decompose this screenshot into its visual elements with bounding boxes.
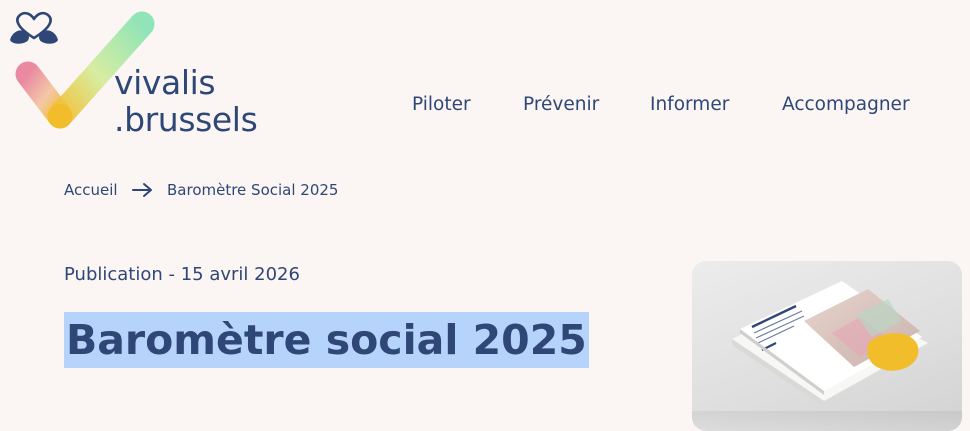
report-booklet-illustration bbox=[692, 281, 962, 431]
main-nav: Piloter Prévenir Informer Accompagner bbox=[0, 94, 970, 120]
hearts-icon bbox=[10, 11, 58, 44]
nav-item-prevenir[interactable]: Prévenir bbox=[523, 94, 599, 115]
breadcrumb-home-link[interactable]: Accueil bbox=[64, 181, 118, 199]
nav-item-informer[interactable]: Informer bbox=[650, 94, 729, 115]
nav-item-piloter[interactable]: Piloter bbox=[412, 94, 471, 115]
breadcrumb-current: Baromètre Social 2025 bbox=[167, 181, 339, 199]
publication-cover-image bbox=[692, 261, 962, 431]
publication-date: Publication - 15 avril 2026 bbox=[64, 264, 300, 285]
nav-item-accompagner[interactable]: Accompagner bbox=[782, 94, 910, 115]
arrow-right-icon bbox=[132, 183, 152, 197]
title-selection-highlight: Baromètre social 2025 bbox=[64, 312, 589, 368]
page-title: Baromètre social 2025 bbox=[66, 316, 587, 364]
